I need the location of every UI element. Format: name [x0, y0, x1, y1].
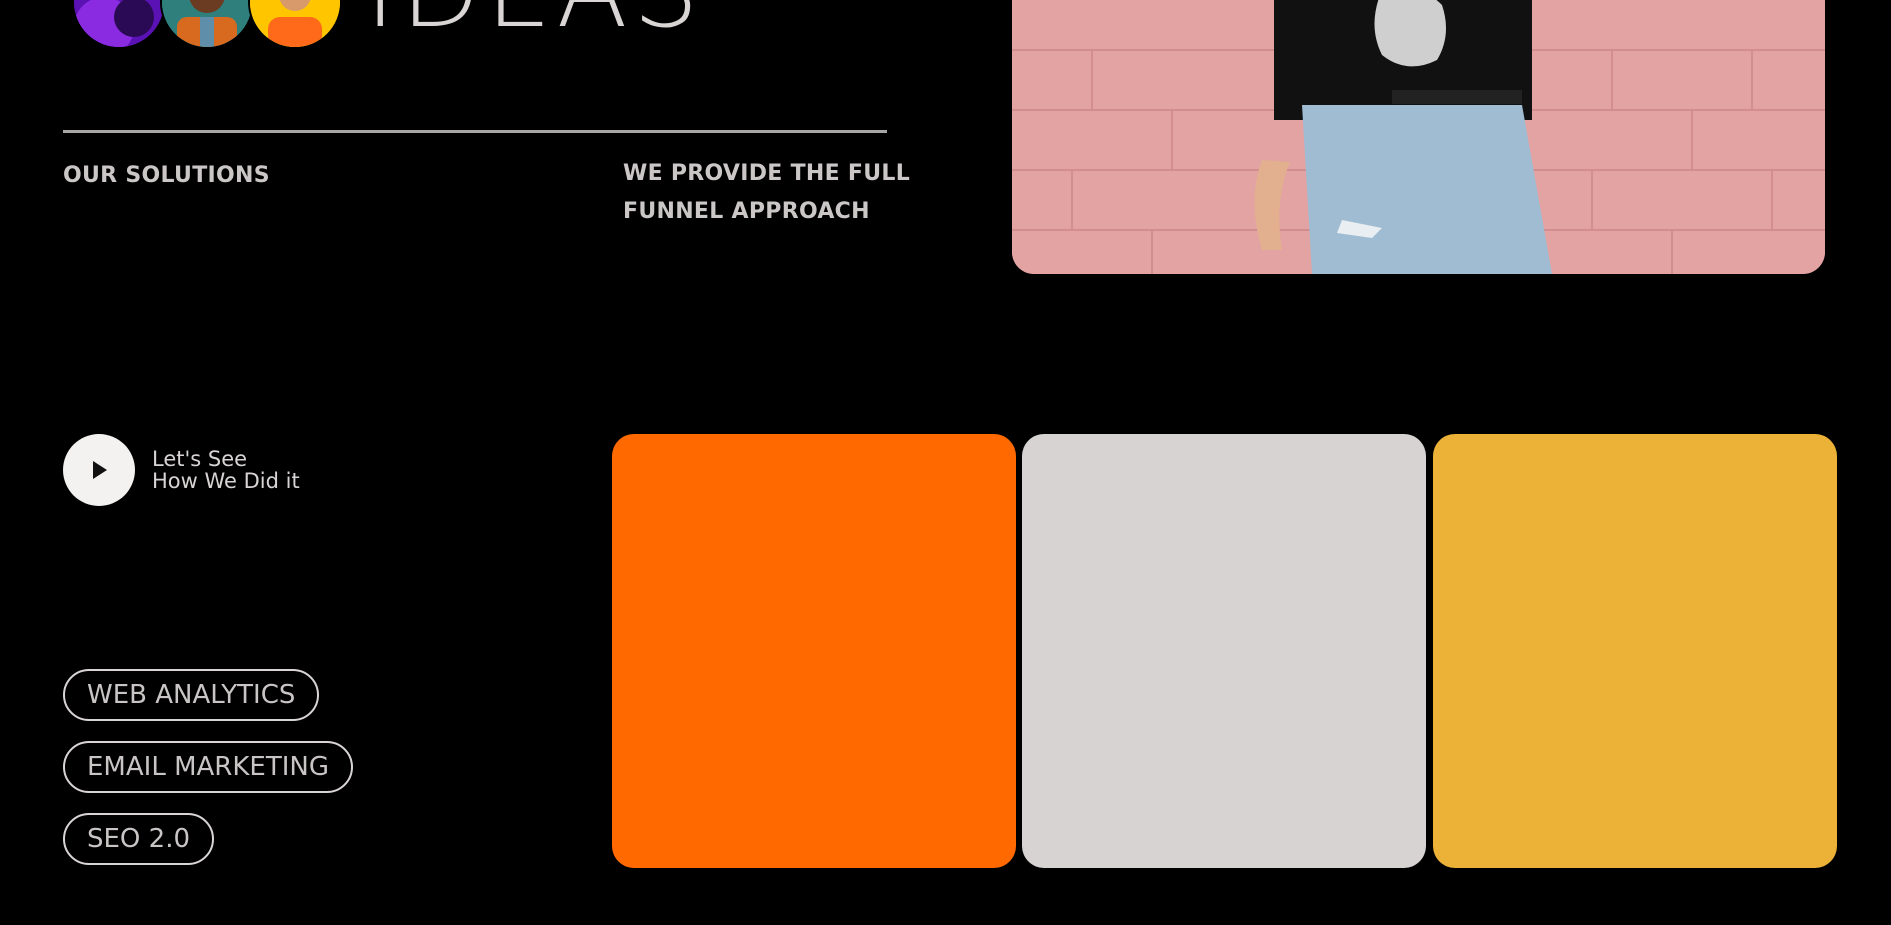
tag-web-analytics[interactable]: WEB ANALYTICS — [63, 669, 320, 721]
avatar-teal — [160, 0, 254, 49]
play-icon — [93, 461, 107, 479]
page: IDEAS OUR SOLUTIONS WE PROVIDE THE FULL … — [0, 0, 1891, 925]
tag-email-marketing[interactable]: EMAIL MARKETING — [63, 741, 353, 793]
avatar-yellow — [248, 0, 342, 49]
hero-photo — [1012, 0, 1825, 274]
hero-headline: IDEAS — [365, 0, 704, 42]
play-caption-line1: Let's See — [152, 447, 248, 471]
color-card-orange — [612, 434, 1016, 868]
color-card-grey — [1022, 434, 1426, 868]
play-video-button[interactable] — [63, 434, 135, 506]
our-solutions-label: OUR SOLUTIONS — [63, 163, 270, 188]
section-divider — [63, 130, 887, 133]
play-video-caption: Let's See How We Did it — [152, 448, 300, 492]
avatar-purple — [72, 0, 166, 49]
play-caption-line2: How We Did it — [152, 469, 300, 493]
tag-seo[interactable]: SEO 2.0 — [63, 813, 215, 865]
color-card-yellow — [1433, 434, 1837, 868]
funnel-approach-label: WE PROVIDE THE FULL FUNNEL APPROACH — [623, 161, 911, 224]
